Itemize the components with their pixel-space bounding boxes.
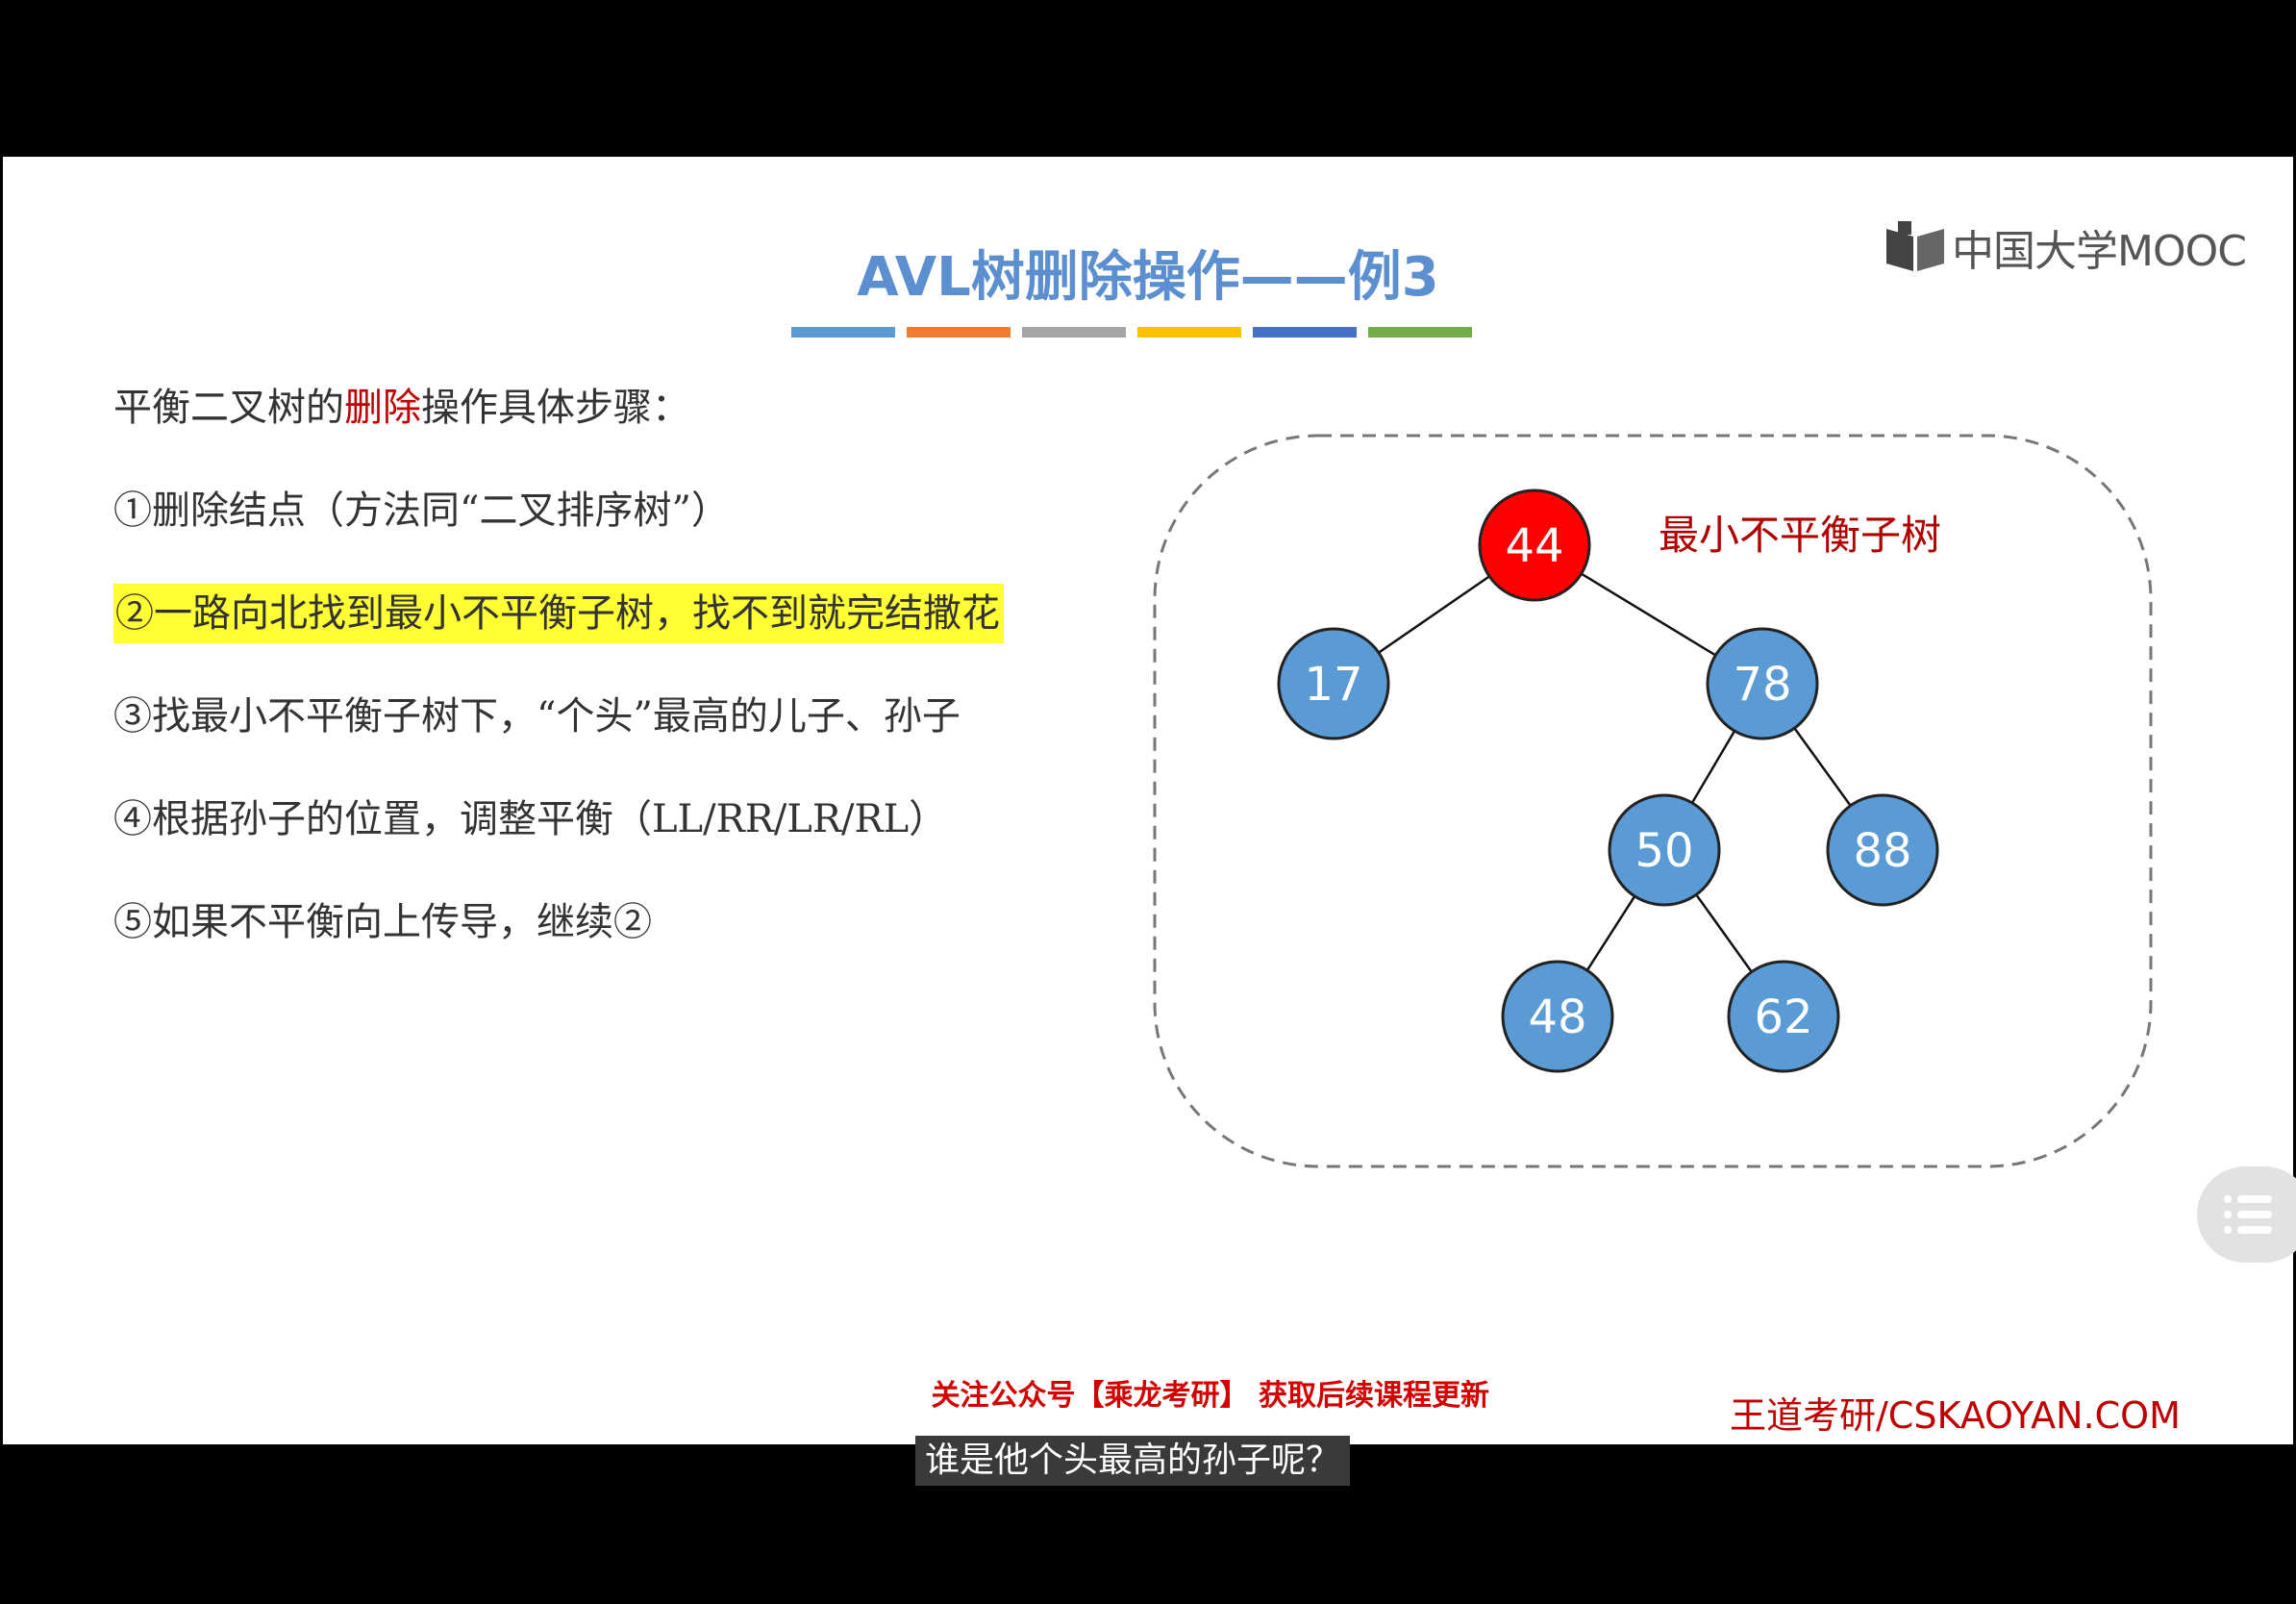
tree-node-label: 44 [1505,519,1563,573]
tree-node-78: 78 [1706,627,1819,740]
menu-button[interactable] [2197,1166,2296,1263]
tree-node-label: 48 [1528,990,1586,1044]
slide: 中国大学MOOC AVL树删除操作——例3 平衡二叉树的删除操作具体步骤： ①删… [3,157,2293,1444]
tree-node-label: 62 [1754,990,1812,1044]
tree-node-62: 62 [1727,960,1840,1073]
tree-node-label: 50 [1635,824,1693,878]
footer-notice: 关注公众号【乘龙考研】 获取后续课程更新 [931,1379,1489,1413]
subtree-label: 最小不平衡子树 [1659,512,1942,559]
footer-brand: 王道考研/CSKAOYAN.COM [1730,1394,2181,1437]
video-subtitle: 谁是他个头最高的孙子呢？ [915,1436,1351,1486]
tree-node-50: 50 [1608,793,1721,907]
list-menu-icon [2224,1191,2272,1238]
tree-node-17: 17 [1277,627,1390,740]
tree-node-label: 17 [1304,658,1362,712]
tree-node-label: 88 [1853,824,1911,878]
tree-node-label: 78 [1733,658,1791,712]
tree-node-88: 88 [1826,793,1939,907]
tree-node-48: 48 [1501,960,1614,1073]
tree-node-44: 44 [1478,489,1591,602]
avl-tree-diagram: 44 17 78 50 88 48 62 [1153,434,2153,1168]
